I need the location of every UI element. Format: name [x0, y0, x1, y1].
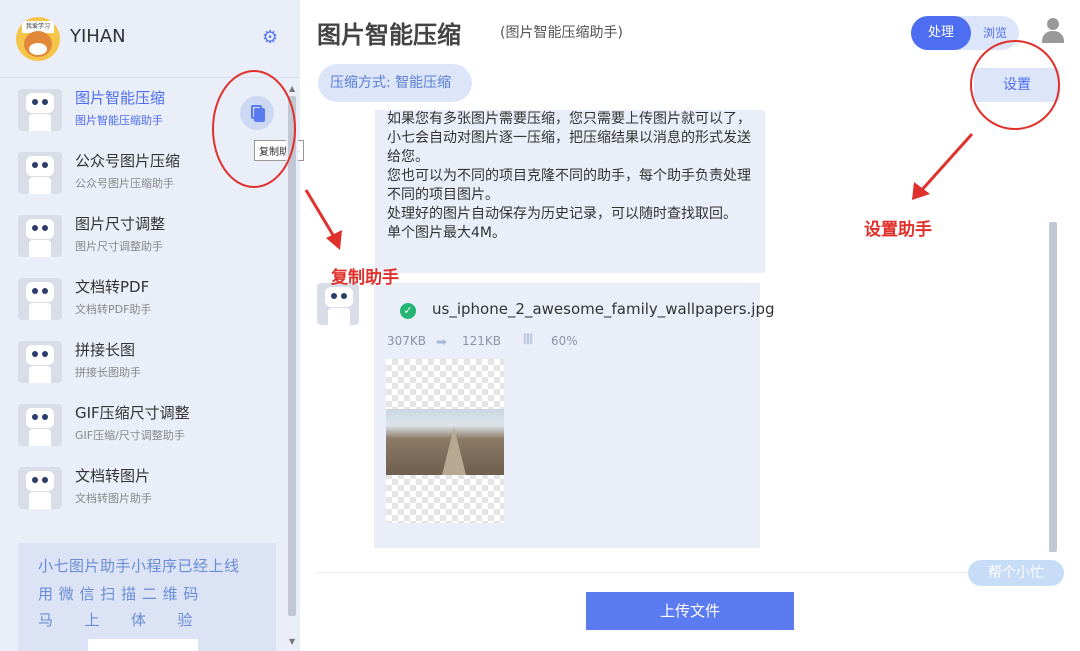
- toggle-process[interactable]: 处理: [911, 16, 971, 50]
- intro-line: 您也可以为不同的项目克隆不同的助手，每个助手负责处理不同的项目图片。: [387, 168, 751, 203]
- sidebar-item-title: 图片尺寸调整: [75, 215, 166, 233]
- sidebar-item-doc-to-pdf[interactable]: 文档转PDF 文档转PDF助手: [0, 267, 286, 330]
- sidebar-scroll-thumb[interactable]: [288, 96, 296, 616]
- qr-code-image: [88, 639, 198, 651]
- annotation-circle-settings: [970, 40, 1060, 130]
- app-window: 我爱学习 YIHAN ⚙ 图片智能压缩 图片智能压缩助手 公众号图片压缩 公众号…: [0, 0, 1080, 651]
- chat-area: 如果您有多张图片需要压缩，您只需要上传图片就可以了，小七会自动对图片逐一压缩，把…: [300, 110, 1062, 572]
- sidebar-header: 我爱学习 YIHAN ⚙: [0, 0, 300, 78]
- sidebar-item-resize[interactable]: 图片尺寸调整 图片尺寸调整助手: [0, 204, 286, 267]
- compressed-image-thumbnail[interactable]: [386, 359, 504, 523]
- sidebar-item-title: 公众号图片压缩: [75, 152, 181, 170]
- sidebar-item-title: 图片智能压缩: [75, 89, 166, 107]
- sidebar-item-title: 文档转PDF: [75, 278, 150, 296]
- check-icon: ✓: [400, 303, 416, 319]
- robot-icon: [18, 278, 62, 320]
- sidebar-item-gif[interactable]: GIF压缩尺寸调整 GIF压缩/尺寸调整助手: [0, 393, 286, 456]
- compress-ratio: 60%: [551, 334, 578, 348]
- promo-line-2: 用 微 信 扫 描 二 维 码: [38, 585, 199, 603]
- sidebar-item-title: 拼接长图: [75, 341, 136, 359]
- robot-icon: [18, 215, 62, 257]
- annotation-copy-label: 复制助手: [331, 268, 399, 288]
- sidebar-item-title: 文档转图片: [75, 467, 151, 485]
- size-after: 121KB: [462, 334, 502, 348]
- intro-message: 如果您有多张图片需要压缩，您只需要上传图片就可以了，小七会自动对图片逐一压缩，把…: [375, 110, 765, 273]
- annotation-settings-label: 设置助手: [864, 220, 932, 240]
- arrow-right-icon: ➡: [436, 335, 447, 350]
- sidebar-item-subtitle: 图片智能压缩助手: [75, 114, 163, 127]
- help-button[interactable]: 帮个小忙: [968, 560, 1064, 586]
- chat-scrollbar[interactable]: [1047, 128, 1059, 558]
- compress-mode-pill[interactable]: 压缩方式: 智能压缩: [318, 64, 472, 102]
- sidebar-item-title: GIF压缩尺寸调整: [75, 404, 190, 422]
- intro-line: 单个图片最大4M。: [387, 225, 506, 241]
- robot-icon: [18, 152, 62, 194]
- scroll-up-icon[interactable]: ▲: [289, 84, 295, 93]
- robot-icon: [18, 341, 62, 383]
- gear-icon[interactable]: ⚙: [262, 29, 280, 47]
- sidebar-item-subtitle: 拼接长图助手: [75, 366, 141, 379]
- user-name: YIHAN: [70, 26, 126, 47]
- promo-line-1: 小七图片助手小程序已经上线: [38, 557, 240, 575]
- sidebar-scrollbar[interactable]: ▲ ▼: [286, 82, 298, 651]
- file-result-card: ✓ us_iphone_2_awesome_family_wallpapers.…: [374, 283, 775, 548]
- sidebar-item-subtitle: GIF压缩/尺寸调整助手: [75, 429, 185, 442]
- file-name[interactable]: us_iphone_2_awesome_family_wallpapers.jp…: [432, 300, 775, 318]
- sidebar-item-subtitle: 文档转PDF助手: [75, 303, 152, 316]
- robot-icon: [18, 467, 62, 509]
- avatar-muzzle: [29, 43, 47, 55]
- assistant-avatar: [317, 283, 359, 325]
- divider: [316, 572, 1046, 573]
- sidebar-item-subtitle: 文档转图片助手: [75, 492, 152, 505]
- chat-scroll-thumb[interactable]: [1049, 222, 1057, 552]
- avatar[interactable]: 我爱学习: [16, 17, 60, 61]
- compress-ratio-icon: ⫼⫼: [523, 332, 533, 346]
- promo-line-3: 马 上 体 验: [38, 611, 194, 629]
- sidebar-item-subtitle: 图片尺寸调整助手: [75, 240, 163, 253]
- user-icon[interactable]: [1040, 18, 1066, 44]
- robot-icon: [18, 404, 62, 446]
- size-before: 307KB: [387, 334, 427, 348]
- page-title: 图片智能压缩: [317, 21, 461, 49]
- upload-button[interactable]: 上传文件: [586, 592, 794, 630]
- page-subtitle: (图片智能压缩助手): [500, 25, 623, 41]
- intro-line: 处理好的图片自动保存为历史记录，可以随时查找取回。: [387, 206, 737, 222]
- sidebar-item-subtitle: 公众号图片压缩助手: [75, 177, 174, 190]
- scroll-down-icon[interactable]: ▼: [289, 637, 295, 646]
- annotation-circle-copy: [212, 70, 296, 188]
- intro-line: 如果您有多张图片需要压缩，您只需要上传图片就可以了，小七会自动对图片逐一压缩，把…: [387, 111, 751, 165]
- promo-banner: 小七图片助手小程序已经上线 用 微 信 扫 描 二 维 码 马 上 体 验: [18, 543, 276, 651]
- sidebar-item-long-image[interactable]: 拼接长图 拼接长图助手: [0, 330, 286, 393]
- boardwalk-photo: [386, 409, 504, 475]
- sidebar-item-doc-to-image[interactable]: 文档转图片 文档转图片助手: [0, 456, 286, 519]
- robot-icon: [18, 89, 62, 131]
